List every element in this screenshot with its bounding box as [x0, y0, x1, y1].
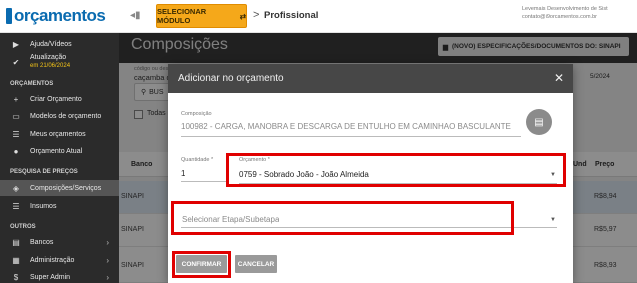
- video-icon: ▶: [12, 39, 20, 49]
- building-icon: ▦: [12, 255, 20, 265]
- sidebar-item-meus-orcamentos[interactable]: ☰ Meus orçamentos: [0, 126, 119, 142]
- sidebar-item-super-admin[interactable]: $ Super Admin ›: [0, 269, 119, 283]
- list-icon: ☰: [12, 129, 20, 139]
- bank-icon: ▤: [12, 237, 20, 247]
- sidebar-item-label: Orçamento Atual: [30, 147, 83, 155]
- cube-icon: ◈: [12, 183, 20, 193]
- composicao-underline: [181, 136, 521, 137]
- user-name: Levemais Desenvolvimento de Sist: [522, 6, 608, 12]
- check-double-icon: ✔: [12, 57, 20, 67]
- sidebar-item-composicoes[interactable]: ◈ Composições/Serviços: [0, 180, 119, 196]
- sidebar-item-criar-orcamento[interactable]: + Criar Orçamento: [0, 91, 119, 107]
- section-orcamentos: ORÇAMENTOS: [10, 81, 54, 87]
- close-icon[interactable]: ✕: [554, 71, 564, 85]
- sidebar-item-label: Criar Orçamento: [30, 95, 82, 103]
- cancel-button[interactable]: CANCELAR: [235, 255, 277, 273]
- sidebar-item-atualizacao[interactable]: ✔ Atualização em 21/06/2024: [0, 52, 119, 72]
- sidebar-item-label: Ajuda/Vídeos: [30, 40, 72, 48]
- breadcrumb-separator: >: [253, 9, 260, 21]
- user-icon: ●: [13, 146, 19, 156]
- monitor-icon: ▭: [12, 111, 20, 121]
- top-bar: orçamentos ◂▮ SELECIONAR MÓDULO ⇄ > Prof…: [0, 0, 637, 33]
- sidebar-item-bancos[interactable]: ▤ Bancos ›: [0, 234, 119, 250]
- composicao-label: Composição: [181, 111, 212, 117]
- composicao-field: 100982 - CARGA, MANOBRA E DESCARGA DE EN…: [181, 122, 511, 131]
- chevron-right-icon: ›: [106, 237, 109, 247]
- sidebar-item-label: Modelos de orçamento: [30, 112, 102, 120]
- dialog-header: Adicionar no orçamento ✕: [168, 64, 573, 93]
- list-icon: ☰: [12, 201, 20, 211]
- sidebar-item-label: Insumos: [30, 202, 57, 210]
- user-email: contato@i9orcamentos.com.br: [522, 14, 597, 20]
- sidebar-item-label: Atualização: [30, 54, 67, 61]
- logo-text: orçamentos: [14, 6, 106, 25]
- user-info[interactable]: Levemais Desenvolvimento de Sist contato…: [522, 5, 634, 21]
- update-date: em 21/06/2024: [30, 63, 71, 69]
- sidebar: ▶ Ajuda/Vídeos ✔ Atualização em 21/06/20…: [0, 33, 119, 283]
- dollar-icon: $: [13, 272, 19, 282]
- section-pesquisa: PESQUISA DE PREÇOS: [10, 169, 78, 175]
- document-icon: ▤: [534, 116, 544, 128]
- composicao-document-button[interactable]: ▤: [526, 109, 552, 135]
- sidebar-item-label: Super Admin: [30, 273, 71, 281]
- etapa-highlight: [171, 201, 514, 235]
- sidebar-item-modelos[interactable]: ▭ Modelos de orçamento: [0, 108, 119, 124]
- breadcrumb-current: Profissional: [264, 10, 319, 21]
- chevron-right-icon: ›: [106, 272, 109, 282]
- swap-arrows-icon: ⇄: [239, 11, 246, 21]
- app-logo[interactable]: orçamentos: [6, 6, 106, 26]
- sidebar-item-label: Bancos: [30, 238, 54, 246]
- collapse-icon[interactable]: ◂▮: [130, 10, 141, 21]
- sidebar-item-orcamento-atual[interactable]: ● Orçamento Atual: [0, 143, 119, 159]
- quantidade-underline: [181, 181, 226, 182]
- sidebar-item-label: Composições/Serviços: [30, 184, 102, 192]
- quantidade-input[interactable]: 1: [181, 169, 185, 178]
- sidebar-item-administracao[interactable]: ▦ Administração ›: [0, 252, 119, 268]
- plus-icon: +: [13, 94, 19, 104]
- confirm-highlight: [172, 251, 231, 278]
- logo-mark: [6, 8, 12, 24]
- dialog-title: Adicionar no orçamento: [178, 73, 284, 84]
- chevron-down-icon[interactable]: ▼: [550, 217, 556, 223]
- quantidade-label: Quantidade *: [181, 157, 214, 163]
- chevron-right-icon: ›: [106, 255, 109, 265]
- sidebar-item-label: Administração: [30, 256, 75, 264]
- sidebar-update-text: Atualização em 21/06/2024: [30, 54, 70, 70]
- select-module-button[interactable]: SELECIONAR MÓDULO ⇄: [156, 4, 247, 28]
- section-outros: OUTROS: [10, 224, 36, 230]
- select-module-label: SELECIONAR MÓDULO: [157, 7, 207, 25]
- orcamento-highlight: [226, 153, 566, 187]
- sidebar-item-insumos[interactable]: ☰ Insumos: [0, 198, 119, 214]
- sidebar-item-ajuda[interactable]: ▶ Ajuda/Vídeos: [0, 36, 119, 52]
- sidebar-item-label: Meus orçamentos: [30, 130, 86, 138]
